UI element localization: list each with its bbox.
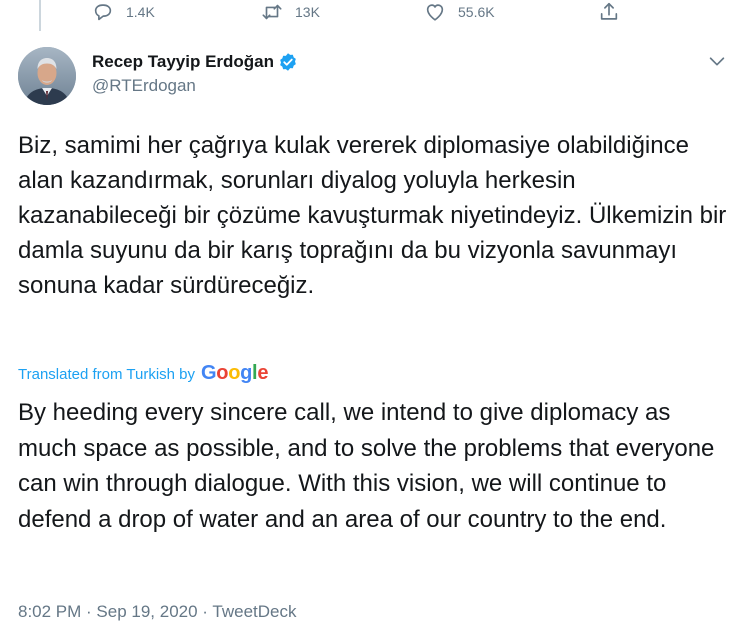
like-button[interactable]: 55.6K xyxy=(424,0,495,24)
author-name-block: Recep Tayyip Erdoğan @RTErdogan xyxy=(92,52,298,96)
meta-separator-2: · xyxy=(197,602,213,621)
verified-badge-icon xyxy=(280,53,296,71)
author-name-text: Recep Tayyip Erdoğan xyxy=(92,52,275,71)
action-bar: 1.4K 13K 55.6K xyxy=(0,0,746,24)
retweet-button[interactable]: 13K xyxy=(261,0,320,24)
translated-from-link[interactable]: Translated from Turkish by Google xyxy=(18,362,268,385)
tweet-source[interactable]: TweetDeck xyxy=(212,602,296,621)
share-icon xyxy=(600,2,618,20)
tweet-text: Biz, samimi her çağrıya kulak vererek di… xyxy=(18,132,727,299)
retweet-count: 13K xyxy=(295,4,320,20)
google-logo: Google xyxy=(201,362,269,384)
reply-icon xyxy=(94,4,112,21)
retweet-icon xyxy=(262,4,282,20)
tweet-date[interactable]: Sep 19, 2020 xyxy=(96,602,197,621)
avatar[interactable] xyxy=(18,47,76,105)
tweet-translation: By heeding every sincere call, we intend… xyxy=(18,399,715,533)
author-handle[interactable]: @RTErdogan xyxy=(92,76,298,96)
meta-separator: · xyxy=(81,602,97,621)
tweet-metadata: 8:02 PM · Sep 19, 2020 · TweetDeck xyxy=(18,602,296,622)
chevron-down-icon[interactable] xyxy=(706,50,728,72)
tweet-author-row: Recep Tayyip Erdoğan @RTErdogan xyxy=(18,44,746,110)
translated-from-label: Translated from Turkish by xyxy=(18,366,196,383)
heart-icon xyxy=(426,4,444,21)
author-display-name[interactable]: Recep Tayyip Erdoğan xyxy=(92,52,298,72)
avatar-image xyxy=(18,47,76,105)
like-count: 55.6K xyxy=(458,4,495,20)
reply-count: 1.4K xyxy=(126,4,155,20)
reply-button[interactable]: 1.4K xyxy=(92,0,155,24)
tweet-time[interactable]: 8:02 PM xyxy=(18,602,81,621)
share-button[interactable] xyxy=(598,0,632,24)
